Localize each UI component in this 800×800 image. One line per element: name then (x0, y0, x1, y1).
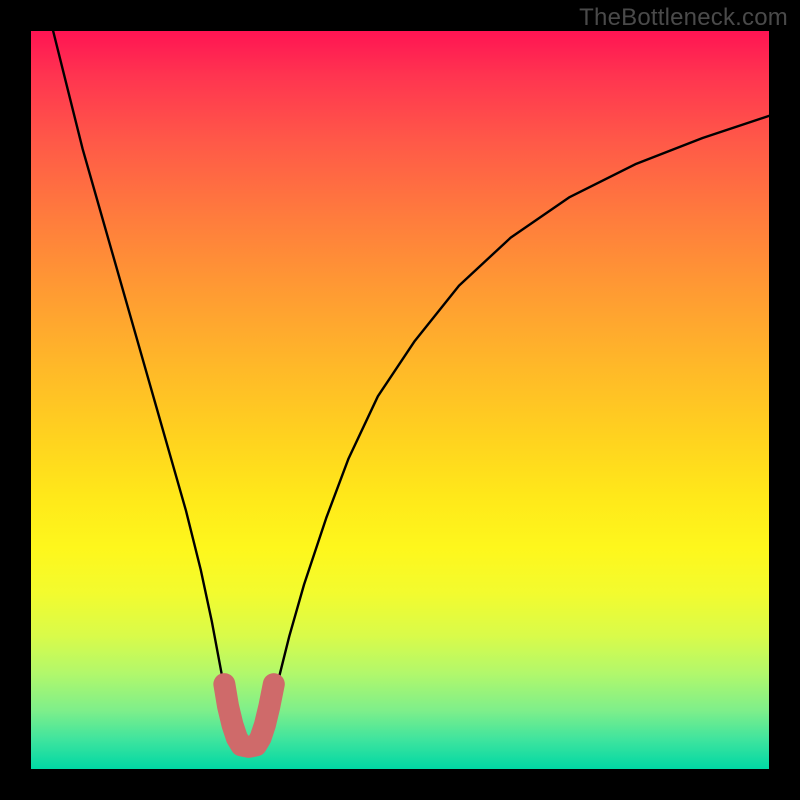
plot-area (31, 31, 769, 769)
watermark-text: TheBottleneck.com (579, 4, 788, 32)
curve-svg (31, 31, 769, 769)
main-curve (53, 31, 769, 751)
chart-frame: TheBottleneck.com (0, 0, 800, 800)
highlight-segment (224, 684, 273, 747)
